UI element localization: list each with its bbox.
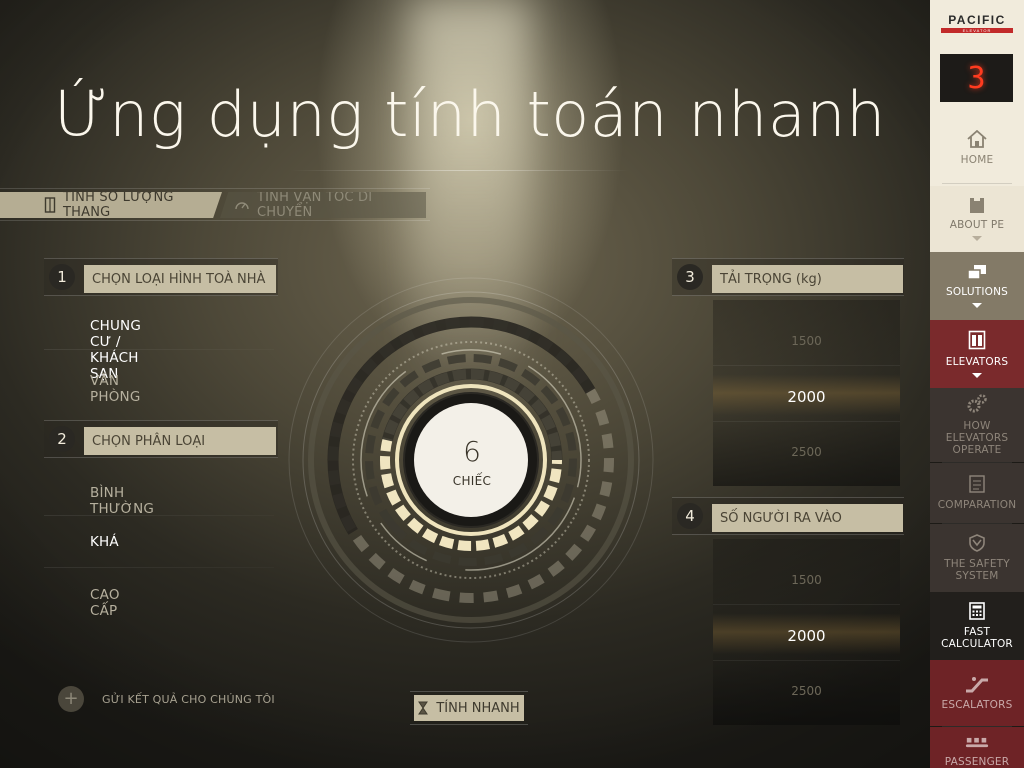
sidebar-label: ABOUT PE	[949, 219, 1005, 232]
mode-tabs: TÍNH SỐ LƯỢNG THANG TÍNH VẬN TỐC DI CHUY…	[0, 188, 430, 221]
chevron-down-icon	[972, 302, 982, 308]
fast-calc-button[interactable]: TÍNH NHANH	[414, 695, 524, 721]
conveyor-icon	[965, 737, 989, 748]
sidebar-item-how-operate[interactable]: HOW ELEVATORS OPERATE	[930, 388, 1024, 462]
calculator-icon	[969, 602, 985, 620]
floor-indicator: 3	[940, 54, 1013, 102]
sidebar-label: COMPARATION	[937, 498, 1017, 511]
option-divider	[44, 515, 274, 516]
brand-logo[interactable]: PACIFIC ELEVATOR	[930, 0, 1024, 45]
picker-divider	[713, 660, 900, 661]
tab-elevator-count[interactable]: TÍNH SỐ LƯỢNG THANG	[0, 192, 222, 218]
sidebar-item-home[interactable]: HOME	[930, 110, 1024, 186]
load-option-selected[interactable]: 2000	[713, 388, 900, 406]
sidebar-label: FAST CALCULATOR	[941, 625, 1013, 650]
checklist-icon	[969, 475, 985, 493]
send-result-label: GỬI KẾT QUẢ CHO CHÚNG TÔI	[102, 692, 275, 706]
picker-divider	[713, 421, 900, 422]
passenger-option-selected[interactable]: 2000	[713, 627, 900, 645]
option-good[interactable]: KHÁ	[90, 534, 119, 550]
hourglass-icon	[418, 701, 429, 715]
sidebar-item-safety[interactable]: THE SAFETY SYSTEM	[930, 524, 1024, 592]
chevron-down-icon	[972, 235, 982, 241]
floor-indicator-wrap: 3	[930, 45, 1024, 110]
fast-calc-button-frame: TÍNH NHANH	[410, 691, 528, 725]
page-title: Ứng dụng tính toán nhanh	[54, 78, 886, 151]
sidebar-item-elevators[interactable]: ELEVATORS	[930, 320, 1024, 388]
sidebar-label: ELEVATORS	[945, 356, 1009, 369]
fast-calc-label: TÍNH NHANH	[436, 700, 520, 716]
step4-heading: SỐ NGƯỜI RA VÀO	[712, 504, 903, 532]
shield-icon	[969, 534, 985, 552]
main-stage: Ứng dụng tính toán nhanh TÍNH SỐ LƯỢNG T…	[0, 0, 930, 768]
option-divider	[44, 567, 274, 568]
passenger-option[interactable]: 2500	[713, 684, 900, 698]
layers-icon	[967, 265, 986, 281]
step3-number: 3	[677, 264, 703, 290]
sidebar-item-passenger[interactable]: PASSENGER	[930, 727, 1024, 768]
load-option[interactable]: 2500	[713, 445, 900, 459]
step3-heading: TẢI TRỌNG (kg)	[712, 265, 903, 293]
logo-subtext: ELEVATOR	[941, 27, 1013, 33]
sidebar-item-fast-calculator[interactable]: FAST CALCULATOR	[930, 592, 1024, 660]
option-premium[interactable]: CAO CẤP	[90, 587, 120, 619]
plus-icon: +	[58, 686, 84, 712]
load-picker[interactable]: 1500 2000 2500	[713, 300, 900, 486]
sidebar-label: HOW ELEVATORS OPERATE	[945, 419, 1009, 457]
sidebar-item-solutions[interactable]: SOLUTIONS	[930, 252, 1024, 320]
load-option[interactable]: 1500	[713, 334, 900, 348]
step2-heading: CHỌN PHÂN LOẠI	[84, 427, 276, 455]
sidebar-label: SOLUTIONS	[945, 286, 1009, 299]
sidebar-item-comparation[interactable]: COMPARATION	[930, 463, 1024, 523]
result-unit: CHIẾC	[452, 474, 492, 488]
option-standard[interactable]: BÌNH THƯỜNG	[90, 485, 154, 517]
step1-number: 1	[49, 264, 75, 290]
picker-divider	[713, 365, 900, 366]
escalator-icon	[966, 676, 988, 693]
building-icon	[970, 198, 984, 214]
option-office[interactable]: VĂN PHÒNG	[90, 373, 140, 405]
option-divider	[44, 349, 274, 350]
home-icon	[967, 129, 987, 148]
tab-travel-speed[interactable]: TÍNH VẬN TỐC DI CHUYỂN	[220, 192, 426, 218]
result-value: 6	[463, 435, 481, 468]
sidebar-label: PASSENGER	[944, 755, 1010, 768]
elevator-doors-icon	[968, 331, 986, 350]
step4-number: 4	[677, 503, 703, 529]
gears-icon	[967, 394, 987, 413]
step2-number: 2	[49, 426, 75, 452]
sidebar: PACIFIC ELEVATOR 3 HOME ABOUT PE SOLUTIO…	[930, 0, 1024, 768]
passenger-picker[interactable]: 1500 2000 2500	[713, 539, 900, 725]
tab-label: TÍNH SỐ LƯỢNG THANG	[63, 190, 174, 220]
passenger-option[interactable]: 1500	[713, 573, 900, 587]
step1-heading: CHỌN LOẠI HÌNH TOÀ NHÀ	[84, 265, 276, 293]
logo-text: PACIFIC	[948, 12, 1006, 27]
chevron-down-icon	[972, 372, 982, 378]
sidebar-label: HOME	[960, 153, 994, 166]
sidebar-label: THE SAFETY SYSTEM	[944, 557, 1010, 582]
sidebar-divider	[942, 183, 1012, 184]
elevator-icon	[44, 197, 56, 213]
send-result-button[interactable]: + GỬI KẾT QUẢ CHO CHÚNG TÔI	[58, 686, 275, 712]
sidebar-item-escalators[interactable]: ESCALATORS	[930, 660, 1024, 726]
tab-label: TÍNH VẬN TỐC DI CHUYỂN	[257, 190, 373, 220]
sidebar-item-about[interactable]: ABOUT PE	[930, 186, 1024, 252]
title-divider	[290, 170, 630, 171]
picker-divider	[713, 604, 900, 605]
speedometer-icon	[235, 202, 249, 210]
sidebar-label: ESCALATORS	[941, 698, 1013, 711]
